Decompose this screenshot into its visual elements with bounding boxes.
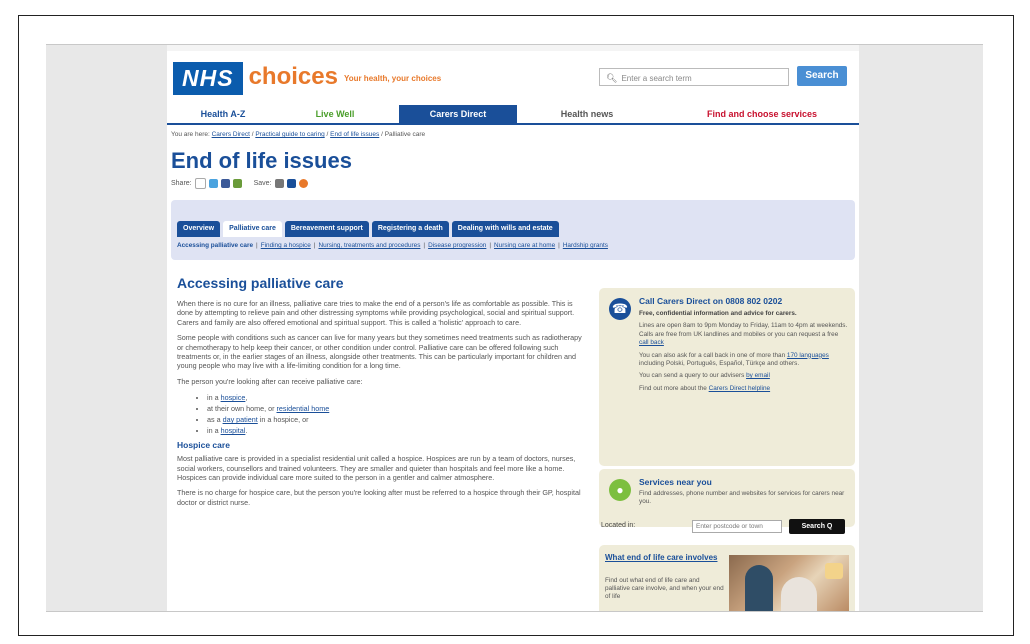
tab-registering-a-death[interactable]: Registering a death: [371, 221, 449, 237]
tab-wills-and-estate[interactable]: Dealing with wills and estate: [451, 221, 559, 237]
email-share-icon[interactable]: [194, 178, 206, 189]
nhs-choices-logo[interactable]: NHS choices Your health, your choices: [173, 62, 441, 95]
list-item: in a hospital.: [207, 425, 587, 436]
breadcrumb-link[interactable]: Carers Direct: [212, 131, 250, 138]
helpline-link[interactable]: Carers Direct helpline: [709, 385, 770, 392]
nav-health-a-z[interactable]: Health A-Z: [167, 105, 279, 123]
main-nav: Health A-Z Live Well Carers Direct Healt…: [167, 105, 859, 125]
list-item: in a hospice,: [207, 392, 587, 403]
facebook-icon[interactable]: [220, 179, 230, 188]
screenshot-area: NHS choices Your health, your choices 🔍︎ En…: [46, 44, 983, 612]
article-paragraph: The person you're looking after can rece…: [177, 376, 363, 386]
subnav-link[interactable]: Finding a hospice: [261, 242, 311, 249]
bookmark-icon[interactable]: [232, 179, 242, 188]
nhs-logo-mark: NHS: [173, 62, 243, 95]
breadcrumb: You are here: Carers Direct / Practical …: [171, 131, 426, 138]
email-link[interactable]: by email: [746, 372, 770, 379]
services-title: Services near you: [639, 477, 712, 487]
rss-icon[interactable]: [298, 179, 308, 188]
nav-live-well[interactable]: Live Well: [279, 105, 391, 123]
services-body: Find addresses, phone number and website…: [639, 490, 845, 506]
search-placeholder: Enter a search term: [621, 74, 692, 83]
breadcrumb-link[interactable]: End of life issues: [330, 131, 379, 138]
article-paragraph: Some people with conditions such as canc…: [177, 333, 582, 371]
hospital-link[interactable]: hospital: [221, 426, 246, 435]
location-search-button[interactable]: Search Q: [789, 519, 845, 534]
tab-bereavement-support[interactable]: Bereavement support: [284, 221, 369, 237]
tab-bar: Overview Palliative care Bereavement sup…: [177, 221, 559, 237]
postcode-input[interactable]: Enter postcode or town: [692, 520, 782, 533]
tagline: Your health, your choices: [343, 74, 442, 83]
print-icon[interactable]: [274, 179, 284, 188]
article-heading: Accessing palliative care: [177, 275, 344, 291]
breadcrumb-current: Palliative care: [384, 131, 426, 138]
article-paragraph: When there is no cure for an illness, pa…: [177, 299, 575, 327]
promo-box: What end of life care involves Find out …: [599, 545, 855, 611]
call-back-link[interactable]: call back: [639, 339, 664, 346]
nav-health-news[interactable]: Health news: [522, 105, 652, 123]
share-bar: Share: Save:: [171, 178, 308, 189]
search-input[interactable]: 🔍︎ Enter a search term: [599, 68, 789, 86]
sub-nav: Accessing palliative care | Finding a hosp…: [177, 242, 608, 249]
article: Accessing palliative care When there is …: [177, 275, 587, 513]
breadcrumb-link[interactable]: Practical guide to caring: [255, 131, 324, 138]
article-paragraph: Most palliative care is provided in a sp…: [177, 454, 576, 483]
day-patient-link[interactable]: day patient: [223, 415, 258, 424]
list-item: at their own home, or residential home: [207, 403, 587, 414]
promo-photo[interactable]: [729, 555, 849, 611]
list-item: as a day patient in a hospice, or: [207, 414, 587, 425]
save-icon[interactable]: [286, 179, 296, 188]
subnav-current: Accessing palliative care: [177, 242, 254, 249]
languages-link[interactable]: 170 languages: [787, 352, 829, 359]
tab-overview[interactable]: Overview: [177, 221, 221, 237]
search-button[interactable]: Search: [797, 66, 847, 86]
page-title: End of life issues: [171, 148, 352, 173]
promo-text: Find out what end of life care and palli…: [605, 577, 724, 601]
twitter-icon[interactable]: [208, 179, 218, 188]
subnav-link[interactable]: Nursing, treatments and procedures: [318, 242, 420, 249]
globe-icon: ●: [609, 479, 631, 501]
carers-box-title: Call Carers Direct on 0808 802 0202: [639, 296, 783, 306]
care-location-list: in a hospice, at their own home, or resi…: [207, 392, 587, 436]
article-paragraph: There is no charge for hospice care, but…: [177, 488, 581, 507]
carers-box-body: Free, confidential information and advic…: [639, 310, 848, 392]
choices-wordmark: choices: [248, 63, 338, 90]
located-label: Located in:: [601, 522, 636, 529]
carers-direct-box: ☎ Call Carers Direct on 0808 802 0202 Fr…: [599, 288, 855, 466]
nav-carers-direct[interactable]: Carers Direct: [399, 105, 517, 123]
residential-home-link[interactable]: residential home: [277, 404, 330, 413]
nav-find-services[interactable]: Find and choose services: [667, 105, 857, 123]
hospice-link[interactable]: hospice: [221, 393, 246, 402]
tab-palliative-care[interactable]: Palliative care: [223, 221, 282, 237]
nhs-page: NHS choices Your health, your choices 🔍︎ En…: [167, 45, 859, 611]
phone-icon: ☎: [609, 298, 631, 320]
browser-top-edge: [167, 45, 859, 51]
subnav-link[interactable]: Hardship grants: [563, 242, 608, 249]
section-heading: Hospice care: [177, 440, 230, 451]
subnav-link[interactable]: Nursing care at home: [494, 242, 555, 249]
search-icon: 🔍︎: [606, 73, 618, 83]
subnav-link[interactable]: Disease progression: [428, 242, 486, 249]
promo-link[interactable]: What end of life care involves: [605, 553, 725, 563]
location-search: Located in: Enter postcode or town Searc…: [599, 518, 855, 538]
